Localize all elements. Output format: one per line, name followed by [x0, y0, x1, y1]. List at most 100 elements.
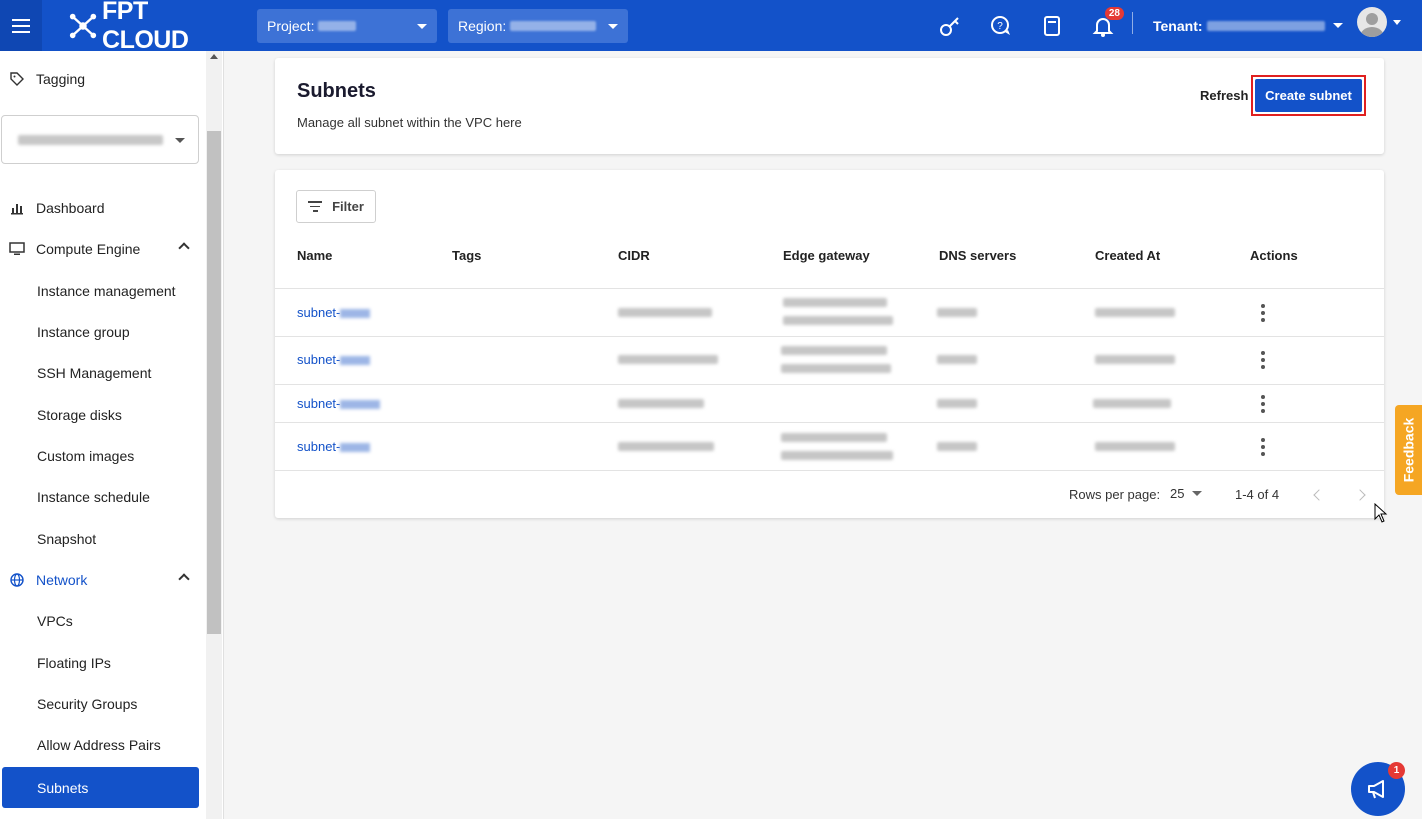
- previous-page-icon[interactable]: [1313, 489, 1325, 501]
- sidebar-scrollbar-thumb[interactable]: [207, 131, 221, 634]
- page-subtitle: Manage all subnet within the VPC here: [297, 115, 522, 130]
- sidebar-item-snapshot[interactable]: Snapshot: [0, 520, 206, 558]
- row-divider: [275, 288, 1384, 289]
- sidebar-item-network[interactable]: Network: [0, 561, 206, 599]
- row-divider: [275, 336, 1384, 337]
- sidebar-item-label: Allow Address Pairs: [37, 737, 161, 753]
- page-title: Subnets: [297, 80, 376, 102]
- refresh-button[interactable]: Refresh: [1200, 88, 1248, 103]
- notification-badge: 28: [1104, 6, 1124, 20]
- row-divider: [275, 384, 1384, 385]
- filter-label: Filter: [332, 199, 364, 214]
- sidebar: Tagging Dashboard Compute Engine Instanc…: [0, 51, 224, 819]
- edge-gateway-redacted: [781, 433, 887, 442]
- redacted-text: [340, 356, 371, 366]
- sidebar-item-storage-disks[interactable]: Storage disks: [0, 396, 206, 434]
- sidebar-item-label: Dashboard: [36, 200, 105, 216]
- edge-gateway-redacted: [781, 364, 891, 373]
- vpc-selector[interactable]: [1, 115, 199, 164]
- scroll-up-arrow-icon[interactable]: [210, 54, 218, 59]
- hamburger-menu-button[interactable]: [0, 0, 42, 51]
- cidr-redacted: [618, 399, 704, 408]
- chevron-down-icon: [1332, 23, 1343, 28]
- key-icon[interactable]: [935, 11, 965, 41]
- sidebar-item-label: Snapshot: [37, 531, 97, 547]
- logo[interactable]: FPT CLOUD: [68, 0, 232, 55]
- next-page-icon[interactable]: [1354, 489, 1366, 501]
- sidebar-item-compute-engine[interactable]: Compute Engine: [0, 230, 206, 268]
- page-header-card: Subnets Manage all subnet within the VPC…: [275, 58, 1384, 154]
- rows-per-page-value: 25: [1170, 486, 1185, 501]
- sidebar-item-label: Compute Engine: [36, 241, 141, 257]
- notification-bell-icon[interactable]: 28: [1088, 6, 1124, 41]
- sidebar-item-label: Custom images: [37, 448, 135, 464]
- sidebar-item-custom-images[interactable]: Custom images: [0, 437, 206, 475]
- chevron-up-icon: [178, 573, 190, 585]
- rows-per-page-label: Rows per page:: [1069, 487, 1161, 502]
- support-chat-icon[interactable]: ?: [986, 11, 1016, 41]
- cidr-redacted: [618, 308, 712, 317]
- chevron-down-icon: [1192, 491, 1203, 496]
- created-at-redacted: [1093, 399, 1171, 408]
- redacted-text: [340, 400, 381, 410]
- project-selector[interactable]: Project:: [257, 8, 437, 43]
- subnet-name-link[interactable]: subnet-: [297, 396, 381, 411]
- logo-text: FPT CLOUD: [102, 0, 189, 54]
- tenant-selector[interactable]: Tenant:: [1153, 0, 1343, 51]
- sidebar-item-allow-address-pairs[interactable]: Allow Address Pairs: [0, 726, 206, 764]
- avatar[interactable]: [1357, 7, 1387, 37]
- menu-icon: [12, 24, 30, 27]
- column-header-cidr[interactable]: CIDR: [618, 248, 650, 263]
- row-divider: [275, 470, 1384, 471]
- filter-button[interactable]: Filter: [296, 190, 376, 223]
- top-bar: FPT CLOUD Project: Region: ? 28 Tenant:: [0, 0, 1422, 54]
- column-header-actions: Actions: [1250, 248, 1298, 263]
- edge-gateway-redacted: [783, 298, 887, 307]
- row-actions-menu-icon[interactable]: [1257, 438, 1269, 456]
- feedback-tab[interactable]: Feedback: [1395, 405, 1422, 495]
- subnet-name-link[interactable]: subnet-: [297, 305, 371, 320]
- sidebar-item-vpcs[interactable]: VPCs: [0, 602, 206, 640]
- created-at-redacted: [1095, 308, 1175, 317]
- dns-redacted: [937, 442, 977, 451]
- create-subnet-highlight: Create subnet: [1251, 75, 1366, 116]
- sidebar-item-security-groups[interactable]: Security Groups: [0, 685, 206, 723]
- chevron-down-icon: [175, 138, 185, 143]
- sidebar-item-subnets[interactable]: Subnets: [2, 767, 199, 808]
- row-divider: [275, 422, 1384, 423]
- dns-redacted: [937, 355, 977, 364]
- sidebar-item-instance-management[interactable]: Instance management: [0, 272, 206, 310]
- edge-gateway-redacted: [781, 451, 893, 460]
- row-actions-menu-icon[interactable]: [1257, 395, 1269, 413]
- announcement-badge: 1: [1388, 762, 1405, 779]
- tag-icon: [6, 72, 28, 86]
- region-selector[interactable]: Region:: [448, 8, 628, 43]
- chevron-down-icon[interactable]: [1393, 20, 1401, 25]
- rows-per-page-select[interactable]: 25: [1170, 486, 1203, 501]
- sidebar-item-dashboard[interactable]: Dashboard: [0, 189, 206, 227]
- row-actions-menu-icon[interactable]: [1257, 304, 1269, 322]
- region-label: Region:: [458, 17, 507, 34]
- sidebar-item-tagging[interactable]: Tagging: [0, 60, 206, 98]
- column-header-tags[interactable]: Tags: [452, 248, 481, 263]
- bar-chart-icon: [6, 201, 28, 215]
- created-at-redacted: [1095, 442, 1175, 451]
- subnet-name-link[interactable]: subnet-: [297, 439, 371, 454]
- tenant-value-redacted: [1206, 20, 1325, 31]
- column-header-name[interactable]: Name: [297, 248, 332, 263]
- vpc-value-redacted: [18, 134, 163, 145]
- divider: [1132, 12, 1133, 34]
- create-subnet-button[interactable]: Create subnet: [1255, 79, 1362, 112]
- sidebar-item-instance-schedule[interactable]: Instance schedule: [0, 478, 206, 516]
- column-header-dns-servers[interactable]: DNS servers: [939, 248, 1016, 263]
- pagination-range: 1-4 of 4: [1235, 487, 1280, 502]
- row-actions-menu-icon[interactable]: [1257, 351, 1269, 369]
- subnet-name-link[interactable]: subnet-: [297, 352, 371, 367]
- column-header-created-at[interactable]: Created At: [1095, 248, 1160, 263]
- chevron-down-icon: [417, 23, 427, 29]
- sidebar-item-ssh-management[interactable]: SSH Management: [0, 354, 206, 392]
- documentation-icon[interactable]: [1037, 11, 1067, 41]
- column-header-edge-gateway[interactable]: Edge gateway: [783, 248, 870, 263]
- sidebar-item-instance-group[interactable]: Instance group: [0, 313, 206, 351]
- sidebar-item-floating-ips[interactable]: Floating IPs: [0, 644, 206, 682]
